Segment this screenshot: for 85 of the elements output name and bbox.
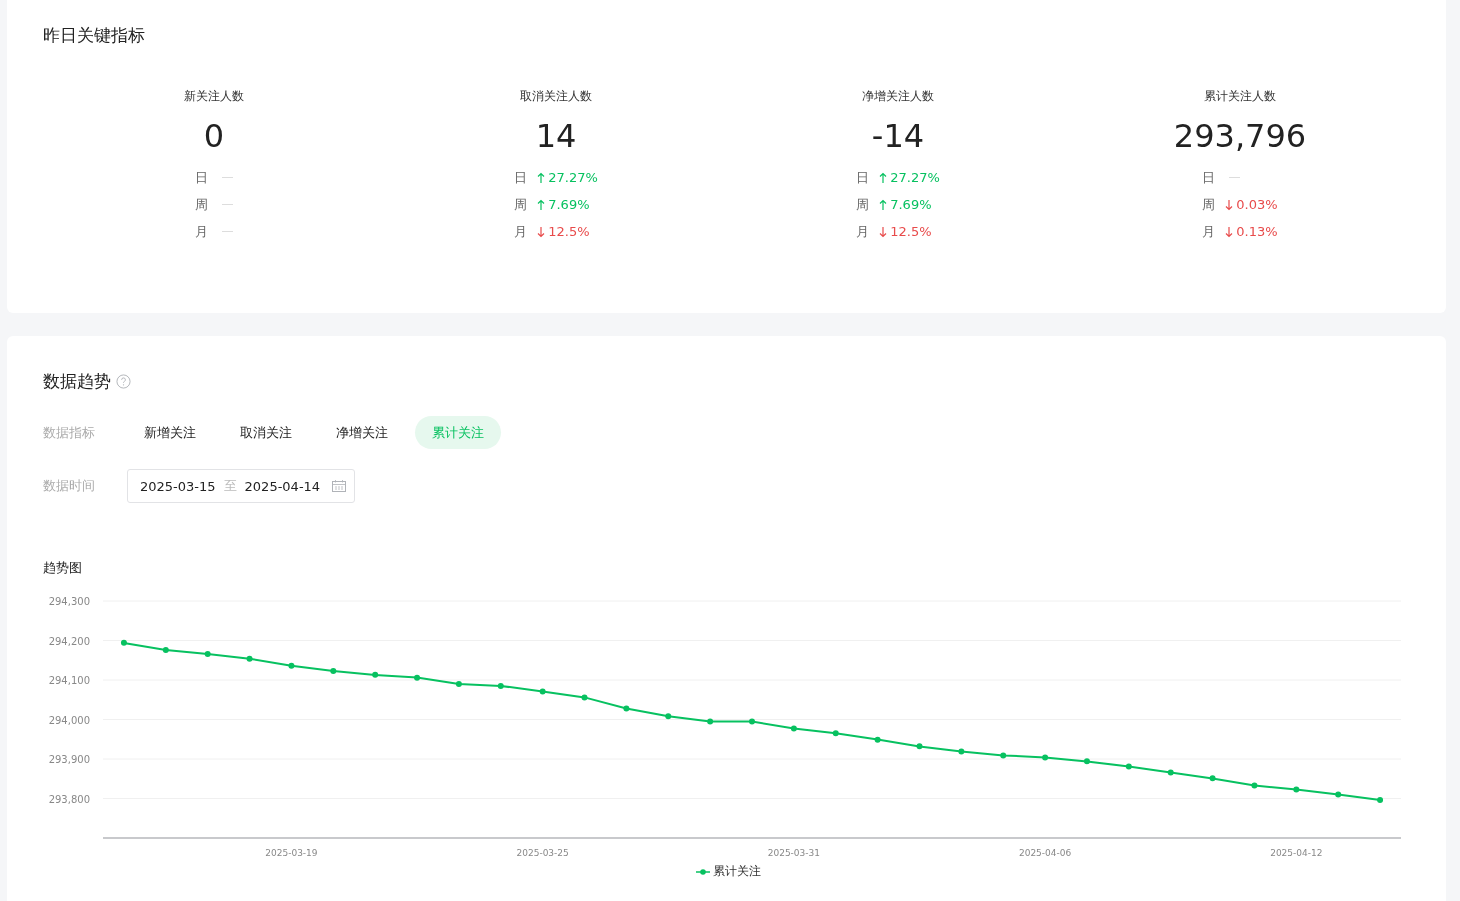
metric-label: 累计关注人数 xyxy=(1204,88,1276,104)
data-point xyxy=(1377,797,1384,804)
data-point xyxy=(1293,786,1300,793)
end-date: 2025-04-14 xyxy=(244,478,321,494)
metric-value: -14 xyxy=(871,116,925,156)
change-percent: 27.27% xyxy=(548,170,598,185)
data-point xyxy=(539,688,546,695)
period-label: 周 xyxy=(856,195,870,214)
y-axis-label: 294,300 xyxy=(48,596,90,607)
chart-title: 趋势图 xyxy=(43,559,83,577)
x-axis-label: 2025-03-25 xyxy=(516,848,569,858)
data-point xyxy=(790,725,797,732)
section-title: 数据趋势 xyxy=(43,370,111,393)
period-label: 周 xyxy=(1202,195,1216,214)
metric-tab[interactable]: 取消关注 xyxy=(223,416,309,449)
x-axis-label: 2025-04-12 xyxy=(1270,848,1323,858)
data-point xyxy=(1000,752,1007,759)
metric-value: 293,796 xyxy=(1173,116,1307,156)
x-axis-label: 2025-03-31 xyxy=(767,848,821,858)
range-separator: 至 xyxy=(223,477,237,495)
period-label: 日 xyxy=(856,168,870,187)
period-label: 月 xyxy=(1202,222,1216,241)
data-point xyxy=(749,718,755,725)
metric-label: 新关注人数 xyxy=(184,88,244,104)
legend-label[interactable]: 累计关注 xyxy=(712,863,761,880)
period-label: 周 xyxy=(195,195,208,214)
section-title: 昨日关键指标 xyxy=(43,24,146,47)
filter-label: 数据指标 xyxy=(43,423,96,442)
x-axis-label: 2025-04-06 xyxy=(1018,848,1072,858)
data-point xyxy=(414,674,421,681)
y-axis-label: 293,900 xyxy=(48,754,90,765)
data-point xyxy=(120,639,127,646)
data-point xyxy=(1209,775,1216,782)
period-label: 日 xyxy=(1202,168,1216,187)
data-point xyxy=(1042,754,1049,761)
change-percent: 7.69% xyxy=(548,197,590,212)
calendar-icon xyxy=(332,480,347,492)
data-point xyxy=(246,655,253,662)
data-point xyxy=(1335,791,1342,798)
change-percent: 12.5% xyxy=(548,224,590,239)
data-point xyxy=(581,694,588,701)
data-point xyxy=(1251,782,1258,789)
help-icon[interactable] xyxy=(116,373,131,389)
period-label: 日 xyxy=(514,168,528,187)
data-point xyxy=(623,705,630,712)
data-point xyxy=(455,680,462,687)
data-point xyxy=(372,671,379,678)
data-point xyxy=(916,743,923,750)
change-percent: 7.69% xyxy=(890,197,932,212)
period-label: 周 xyxy=(514,195,528,214)
data-point xyxy=(162,647,169,653)
y-axis-label: 294,200 xyxy=(48,635,90,647)
data-point xyxy=(497,682,504,689)
change-percent: 12.5% xyxy=(890,224,932,239)
change-percent: 27.27% xyxy=(890,170,940,185)
metric-label: 净增关注人数 xyxy=(862,88,934,104)
date-range-field[interactable]: 2025-03-15 至 2025-04-14 xyxy=(127,469,356,503)
data-point xyxy=(1125,763,1132,770)
data-point xyxy=(874,736,881,743)
change-percent: 0.03% xyxy=(1236,197,1278,212)
period-label: 月 xyxy=(856,222,870,241)
period-label: 月 xyxy=(195,222,208,241)
y-axis-label: 293,800 xyxy=(48,793,90,805)
data-point xyxy=(1167,769,1174,776)
metric-value: 0 xyxy=(203,116,225,156)
change-percent: 0.13% xyxy=(1236,224,1278,239)
metric-tab[interactable]: 净增关注 xyxy=(319,416,405,449)
y-axis-label: 294,000 xyxy=(48,714,90,726)
data-point xyxy=(707,718,714,725)
start-date: 2025-03-15 xyxy=(140,478,216,494)
data-point xyxy=(1083,758,1090,765)
data-point xyxy=(330,667,337,674)
data-point xyxy=(958,748,965,755)
y-axis-label: 294,100 xyxy=(48,675,90,686)
metric-tab[interactable]: 新增关注 xyxy=(127,416,213,449)
metric-value: 14 xyxy=(535,116,577,156)
period-label: 日 xyxy=(195,168,208,187)
x-axis-label: 2025-03-19 xyxy=(265,848,318,858)
data-point xyxy=(832,730,839,737)
filter-label: 数据时间 xyxy=(43,477,96,495)
period-label: 月 xyxy=(514,222,528,241)
metric-label: 取消关注人数 xyxy=(520,88,592,104)
data-point xyxy=(665,713,672,720)
data-point xyxy=(288,662,295,669)
data-point xyxy=(204,650,211,657)
